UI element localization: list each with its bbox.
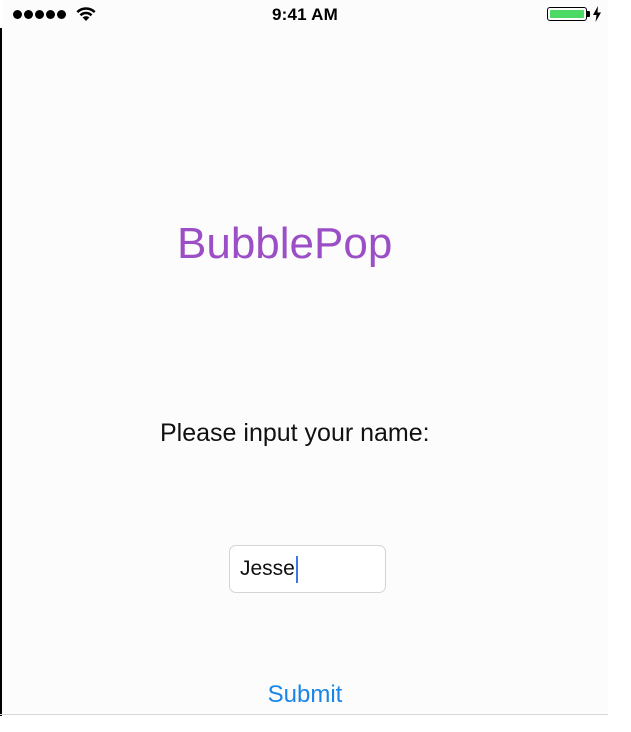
- app-frame: 9:41 AM BubblePop Please input your name…: [0, 0, 631, 732]
- name-prompt-label: Please input your name:: [160, 419, 430, 447]
- name-input[interactable]: Jesse: [229, 545, 386, 593]
- phone-screen: 9:41 AM BubblePop Please input your name…: [2, 0, 608, 714]
- status-time: 9:41 AM: [272, 5, 338, 24]
- battery-icon: [547, 7, 587, 21]
- charging-bolt-icon: [593, 6, 601, 22]
- text-caret: [295, 555, 298, 583]
- bottom-divider: [0, 714, 608, 715]
- battery-terminal: [587, 11, 590, 17]
- battery-level: [550, 10, 584, 18]
- status-bar: 9:41 AM: [2, 0, 608, 30]
- name-input-value: Jesse: [240, 557, 295, 580]
- submit-button[interactable]: Submit: [2, 681, 608, 709]
- app-title: BubblePop: [177, 219, 393, 268]
